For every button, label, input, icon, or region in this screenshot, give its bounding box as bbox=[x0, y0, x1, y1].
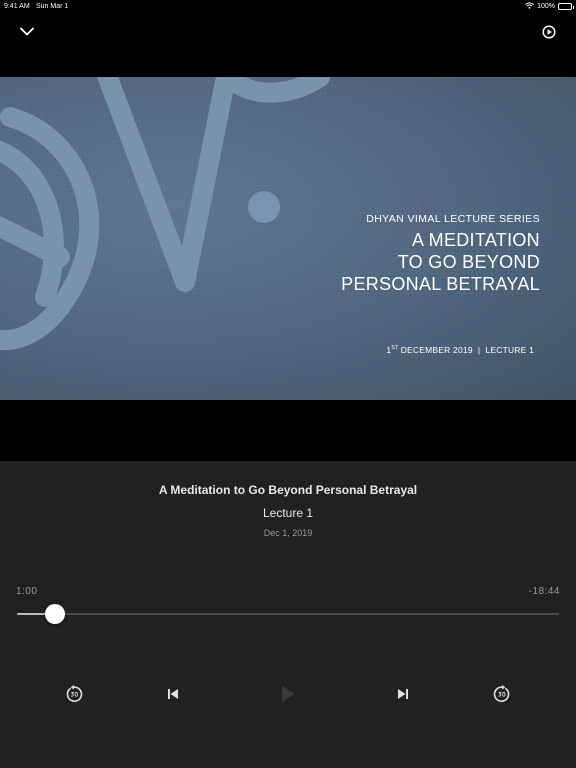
artwork-date: DECEMBER 2019 bbox=[400, 345, 473, 355]
collapse-button[interactable] bbox=[16, 22, 38, 40]
artwork-title: A MEDITATION TO GO BEYOND PERSONAL BETRA… bbox=[341, 229, 540, 295]
rewind-30-button[interactable] bbox=[62, 683, 86, 705]
artwork-lecture: LECTURE 1 bbox=[485, 345, 534, 355]
status-right: 100% bbox=[525, 2, 574, 11]
next-button[interactable] bbox=[391, 683, 415, 705]
wifi-icon bbox=[525, 2, 534, 11]
remaining-time: -18:44 bbox=[528, 586, 560, 597]
track-subtitle: Lecture 1 bbox=[262, 506, 314, 520]
scrubber-handle[interactable] bbox=[44, 604, 65, 624]
battery-icon bbox=[558, 3, 574, 10]
artwork-title-line: TO GO BEYOND bbox=[397, 252, 540, 272]
airplay-button[interactable] bbox=[538, 22, 560, 42]
progress-scrubber[interactable] bbox=[17, 604, 559, 624]
status-date: Sun Mar 1 bbox=[36, 3, 69, 10]
artwork-title-line: PERSONAL BETRAYAL bbox=[341, 274, 540, 294]
forward-30-icon bbox=[493, 685, 510, 702]
track-title: A Meditation to Go Beyond Personal Betra… bbox=[158, 483, 418, 497]
forward-30-button[interactable] bbox=[490, 683, 514, 705]
battery-percent: 100% bbox=[537, 3, 555, 10]
previous-button[interactable] bbox=[161, 683, 185, 705]
track-date: Dec 1, 2019 bbox=[263, 528, 313, 538]
artwork-date-suffix: ST bbox=[391, 345, 399, 351]
status-time: 9:41 AM bbox=[4, 3, 30, 10]
elapsed-time: 1:00 bbox=[16, 586, 38, 597]
skip-previous-icon bbox=[168, 689, 178, 699]
artwork-title-line: A MEDITATION bbox=[412, 230, 540, 250]
now-playing-panel: A Meditation to Go Beyond Personal Betra… bbox=[0, 461, 576, 768]
artwork-separator: | bbox=[477, 345, 481, 355]
airplay-icon bbox=[542, 25, 556, 39]
rewind-30-icon bbox=[66, 685, 83, 702]
artwork-series: DHYAN VIMAL LECTURE SERIES bbox=[366, 213, 540, 225]
chevron-down-icon bbox=[20, 27, 34, 35]
album-artwork: DHYAN VIMAL LECTURE SERIES A MEDITATION … bbox=[0, 77, 576, 400]
play-icon bbox=[282, 686, 295, 702]
skip-next-icon bbox=[398, 689, 408, 699]
status-bar: 9:41 AM Sun Mar 1 100% bbox=[0, 0, 576, 14]
play-button[interactable] bbox=[276, 683, 300, 705]
artwork-meta: 1ST DECEMBER 2019 | LECTURE 1 bbox=[386, 345, 534, 355]
